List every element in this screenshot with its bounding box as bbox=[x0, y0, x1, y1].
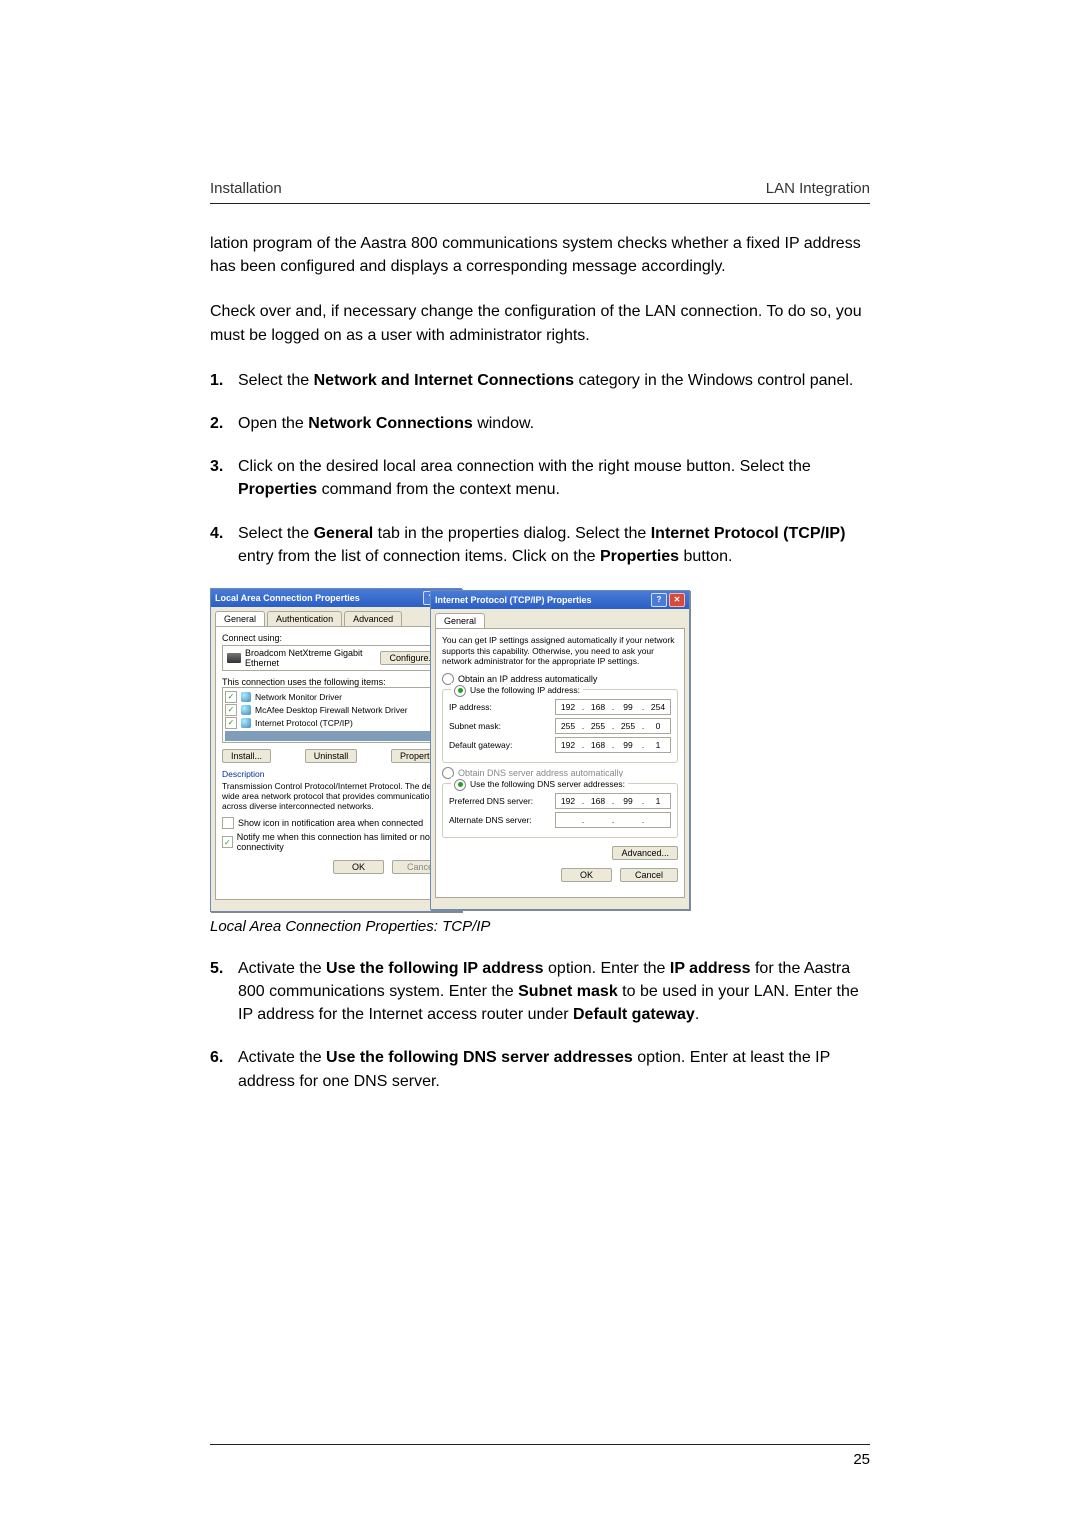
label-connect-using: Connect using: bbox=[222, 633, 450, 643]
ok-button[interactable]: OK bbox=[561, 868, 612, 882]
checkbox-icon[interactable]: ✓ bbox=[225, 704, 237, 716]
input-gateway[interactable]: 192.168.99.1 bbox=[555, 737, 671, 753]
label-gateway: Default gateway: bbox=[449, 740, 551, 750]
checkbox-icon[interactable]: ✓ bbox=[225, 717, 237, 729]
checkbox-notify[interactable]: ✓ bbox=[222, 836, 233, 848]
checkbox-show-icon[interactable] bbox=[222, 817, 234, 829]
step-1: Select the Network and Internet Connecti… bbox=[210, 369, 870, 392]
radio-use-dns[interactable] bbox=[454, 779, 466, 791]
help-icon[interactable]: ? bbox=[651, 593, 667, 607]
step-3: Click on the desired local area connecti… bbox=[210, 455, 870, 501]
radio-use-ip[interactable] bbox=[454, 685, 466, 697]
step-6: Activate the Use the following DNS serve… bbox=[210, 1046, 870, 1092]
dialog-lan-properties: Local Area Connection Properties ? ✕ Gen… bbox=[210, 588, 462, 912]
header-rule bbox=[210, 203, 870, 204]
label-mask: Subnet mask: bbox=[449, 721, 551, 731]
label-ip: IP address: bbox=[449, 702, 551, 712]
figure-screenshot: Local Area Connection Properties ? ✕ Gen… bbox=[210, 588, 870, 910]
ok-button[interactable]: OK bbox=[333, 860, 384, 874]
close-icon[interactable]: ✕ bbox=[669, 593, 685, 607]
step-2: Open the Network Connections window. bbox=[210, 412, 870, 435]
fieldset-ip: Use the following IP address: IP address… bbox=[442, 689, 678, 763]
header-right: LAN Integration bbox=[766, 180, 870, 197]
input-mask[interactable]: 255.255.255.0 bbox=[555, 718, 671, 734]
step-4: Select the General tab in the properties… bbox=[210, 522, 870, 568]
input-pdns[interactable]: 192.168.99.1 bbox=[555, 793, 671, 809]
tab-general[interactable]: General bbox=[215, 611, 265, 626]
net-icon bbox=[241, 718, 251, 728]
uninstall-button[interactable]: Uninstall bbox=[305, 749, 358, 763]
advanced-button[interactable]: Advanced... bbox=[612, 846, 678, 860]
checkbox-icon[interactable]: ✓ bbox=[225, 691, 237, 703]
adapter-name: Broadcom NetXtreme Gigabit Ethernet bbox=[245, 648, 376, 668]
label-adns: Alternate DNS server: bbox=[449, 815, 551, 825]
label-pdns: Preferred DNS server: bbox=[449, 796, 551, 806]
net-icon bbox=[241, 692, 251, 702]
step-5: Activate the Use the following IP addres… bbox=[210, 957, 870, 1027]
page-number: 25 bbox=[853, 1451, 870, 1468]
label-uses-items: This connection uses the following items… bbox=[222, 677, 450, 687]
header-left: Installation bbox=[210, 180, 282, 197]
adapter-icon bbox=[227, 653, 241, 663]
dialog-tcpip-properties: Internet Protocol (TCP/IP) Properties ? … bbox=[430, 590, 690, 910]
footer-rule bbox=[210, 1444, 870, 1445]
intro-text: You can get IP settings assigned automat… bbox=[442, 635, 678, 667]
tab-general-b[interactable]: General bbox=[435, 613, 485, 628]
connection-items-list[interactable]: ✓Network Monitor Driver ✓McAfee Desktop … bbox=[222, 687, 450, 743]
net-icon bbox=[241, 705, 251, 715]
cancel-button[interactable]: Cancel bbox=[620, 868, 678, 882]
install-button[interactable]: Install... bbox=[222, 749, 271, 763]
label-use-dns: Use the following DNS server addresses: bbox=[470, 779, 625, 789]
para-2: Check over and, if necessary change the … bbox=[210, 300, 870, 346]
input-ip[interactable]: 192.168.99.254 bbox=[555, 699, 671, 715]
fieldset-dns: Use the following DNS server addresses: … bbox=[442, 783, 678, 838]
label-notify: Notify me when this connection has limit… bbox=[237, 832, 450, 852]
figure-caption: Local Area Connection Properties: TCP/IP bbox=[210, 918, 870, 935]
input-adns[interactable]: ... bbox=[555, 812, 671, 828]
tab-advanced[interactable]: Advanced bbox=[344, 611, 402, 626]
para-1: lation program of the Aastra 800 communi… bbox=[210, 232, 870, 278]
description-label: Description bbox=[222, 769, 450, 779]
label-show-icon: Show icon in notification area when conn… bbox=[238, 818, 423, 828]
label-use-ip: Use the following IP address: bbox=[470, 685, 580, 695]
description-text: Transmission Control Protocol/Internet P… bbox=[222, 781, 450, 812]
winB-title: Internet Protocol (TCP/IP) Properties bbox=[435, 595, 592, 605]
tab-authentication[interactable]: Authentication bbox=[267, 611, 342, 626]
winA-title: Local Area Connection Properties bbox=[215, 593, 360, 603]
